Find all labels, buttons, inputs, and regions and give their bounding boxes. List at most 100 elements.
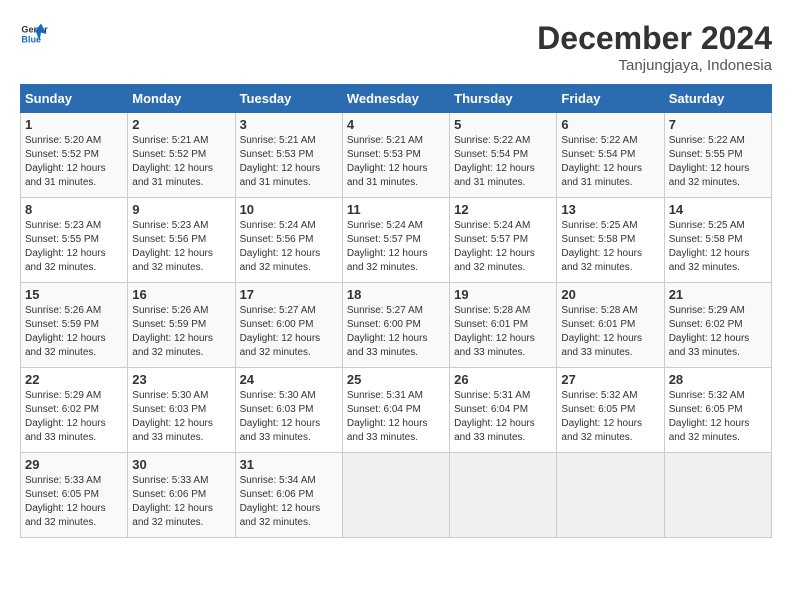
day-info: Sunrise: 5:22 AMSunset: 5:54 PMDaylight:…: [454, 134, 552, 190]
table-row: 28 Sunrise: 5:32 AMSunset: 6:05 PMDaylig…: [664, 368, 771, 453]
day-number: 11: [347, 202, 445, 217]
day-number: 26: [454, 372, 552, 387]
day-number: 4: [347, 117, 445, 132]
day-number: 1: [25, 117, 123, 132]
day-number: 28: [669, 372, 767, 387]
calendar-week-4: 22 Sunrise: 5:29 AMSunset: 6:02 PMDaylig…: [21, 368, 772, 453]
table-row: 6 Sunrise: 5:22 AMSunset: 5:54 PMDayligh…: [557, 113, 664, 198]
table-row: 11 Sunrise: 5:24 AMSunset: 5:57 PMDaylig…: [342, 198, 449, 283]
table-row: 23 Sunrise: 5:30 AMSunset: 6:03 PMDaylig…: [128, 368, 235, 453]
day-number: 15: [25, 287, 123, 302]
day-number: 23: [132, 372, 230, 387]
day-info: Sunrise: 5:32 AMSunset: 6:05 PMDaylight:…: [669, 389, 767, 445]
table-row: 5 Sunrise: 5:22 AMSunset: 5:54 PMDayligh…: [450, 113, 557, 198]
calendar-table: Sunday Monday Tuesday Wednesday Thursday…: [20, 84, 772, 538]
col-friday: Friday: [557, 85, 664, 113]
day-number: 27: [561, 372, 659, 387]
calendar-week-2: 8 Sunrise: 5:23 AMSunset: 5:55 PMDayligh…: [21, 198, 772, 283]
day-number: 16: [132, 287, 230, 302]
day-number: 14: [669, 202, 767, 217]
empty-cell: [342, 453, 449, 538]
day-number: 3: [240, 117, 338, 132]
day-info: Sunrise: 5:33 AMSunset: 6:06 PMDaylight:…: [132, 474, 230, 530]
table-row: 15 Sunrise: 5:26 AMSunset: 5:59 PMDaylig…: [21, 283, 128, 368]
day-number: 7: [669, 117, 767, 132]
table-row: 14 Sunrise: 5:25 AMSunset: 5:58 PMDaylig…: [664, 198, 771, 283]
day-number: 17: [240, 287, 338, 302]
day-number: 25: [347, 372, 445, 387]
day-number: 18: [347, 287, 445, 302]
day-info: Sunrise: 5:26 AMSunset: 5:59 PMDaylight:…: [132, 304, 230, 360]
day-info: Sunrise: 5:26 AMSunset: 5:59 PMDaylight:…: [25, 304, 123, 360]
day-number: 2: [132, 117, 230, 132]
day-info: Sunrise: 5:24 AMSunset: 5:57 PMDaylight:…: [347, 219, 445, 275]
day-info: Sunrise: 5:20 AMSunset: 5:52 PMDaylight:…: [25, 134, 123, 190]
day-number: 30: [132, 457, 230, 472]
col-thursday: Thursday: [450, 85, 557, 113]
table-row: 18 Sunrise: 5:27 AMSunset: 6:00 PMDaylig…: [342, 283, 449, 368]
table-row: 22 Sunrise: 5:29 AMSunset: 6:02 PMDaylig…: [21, 368, 128, 453]
day-info: Sunrise: 5:28 AMSunset: 6:01 PMDaylight:…: [454, 304, 552, 360]
logo: General Blue: [20, 20, 48, 48]
day-number: 12: [454, 202, 552, 217]
day-info: Sunrise: 5:24 AMSunset: 5:57 PMDaylight:…: [454, 219, 552, 275]
table-row: 8 Sunrise: 5:23 AMSunset: 5:55 PMDayligh…: [21, 198, 128, 283]
day-number: 31: [240, 457, 338, 472]
day-number: 6: [561, 117, 659, 132]
table-row: 4 Sunrise: 5:21 AMSunset: 5:53 PMDayligh…: [342, 113, 449, 198]
day-info: Sunrise: 5:27 AMSunset: 6:00 PMDaylight:…: [347, 304, 445, 360]
day-info: Sunrise: 5:21 AMSunset: 5:52 PMDaylight:…: [132, 134, 230, 190]
day-info: Sunrise: 5:30 AMSunset: 6:03 PMDaylight:…: [132, 389, 230, 445]
table-row: 9 Sunrise: 5:23 AMSunset: 5:56 PMDayligh…: [128, 198, 235, 283]
day-info: Sunrise: 5:30 AMSunset: 6:03 PMDaylight:…: [240, 389, 338, 445]
day-info: Sunrise: 5:23 AMSunset: 5:56 PMDaylight:…: [132, 219, 230, 275]
day-info: Sunrise: 5:34 AMSunset: 6:06 PMDaylight:…: [240, 474, 338, 530]
logo-icon: General Blue: [20, 20, 48, 48]
empty-cell: [664, 453, 771, 538]
empty-cell: [450, 453, 557, 538]
day-number: 10: [240, 202, 338, 217]
day-number: 20: [561, 287, 659, 302]
day-number: 8: [25, 202, 123, 217]
day-info: Sunrise: 5:28 AMSunset: 6:01 PMDaylight:…: [561, 304, 659, 360]
location: Tanjungjaya, Indonesia: [537, 57, 772, 74]
table-row: 31 Sunrise: 5:34 AMSunset: 6:06 PMDaylig…: [235, 453, 342, 538]
col-sunday: Sunday: [21, 85, 128, 113]
day-info: Sunrise: 5:32 AMSunset: 6:05 PMDaylight:…: [561, 389, 659, 445]
table-row: 26 Sunrise: 5:31 AMSunset: 6:04 PMDaylig…: [450, 368, 557, 453]
col-tuesday: Tuesday: [235, 85, 342, 113]
day-number: 24: [240, 372, 338, 387]
day-info: Sunrise: 5:22 AMSunset: 5:54 PMDaylight:…: [561, 134, 659, 190]
table-row: 25 Sunrise: 5:31 AMSunset: 6:04 PMDaylig…: [342, 368, 449, 453]
day-info: Sunrise: 5:25 AMSunset: 5:58 PMDaylight:…: [669, 219, 767, 275]
day-info: Sunrise: 5:29 AMSunset: 6:02 PMDaylight:…: [25, 389, 123, 445]
title-area: December 2024 Tanjungjaya, Indonesia: [537, 20, 772, 74]
table-row: 20 Sunrise: 5:28 AMSunset: 6:01 PMDaylig…: [557, 283, 664, 368]
col-monday: Monday: [128, 85, 235, 113]
day-info: Sunrise: 5:33 AMSunset: 6:05 PMDaylight:…: [25, 474, 123, 530]
table-row: 16 Sunrise: 5:26 AMSunset: 5:59 PMDaylig…: [128, 283, 235, 368]
day-info: Sunrise: 5:21 AMSunset: 5:53 PMDaylight:…: [347, 134, 445, 190]
table-row: 17 Sunrise: 5:27 AMSunset: 6:00 PMDaylig…: [235, 283, 342, 368]
header-row: Sunday Monday Tuesday Wednesday Thursday…: [21, 85, 772, 113]
day-info: Sunrise: 5:23 AMSunset: 5:55 PMDaylight:…: [25, 219, 123, 275]
page-header: General Blue December 2024 Tanjungjaya, …: [20, 20, 772, 74]
calendar-week-1: 1 Sunrise: 5:20 AMSunset: 5:52 PMDayligh…: [21, 113, 772, 198]
table-row: 3 Sunrise: 5:21 AMSunset: 5:53 PMDayligh…: [235, 113, 342, 198]
table-row: 27 Sunrise: 5:32 AMSunset: 6:05 PMDaylig…: [557, 368, 664, 453]
day-number: 5: [454, 117, 552, 132]
month-title: December 2024: [537, 20, 772, 57]
day-info: Sunrise: 5:25 AMSunset: 5:58 PMDaylight:…: [561, 219, 659, 275]
day-info: Sunrise: 5:29 AMSunset: 6:02 PMDaylight:…: [669, 304, 767, 360]
table-row: 12 Sunrise: 5:24 AMSunset: 5:57 PMDaylig…: [450, 198, 557, 283]
day-info: Sunrise: 5:21 AMSunset: 5:53 PMDaylight:…: [240, 134, 338, 190]
day-number: 9: [132, 202, 230, 217]
day-info: Sunrise: 5:24 AMSunset: 5:56 PMDaylight:…: [240, 219, 338, 275]
calendar-week-3: 15 Sunrise: 5:26 AMSunset: 5:59 PMDaylig…: [21, 283, 772, 368]
col-wednesday: Wednesday: [342, 85, 449, 113]
table-row: 30 Sunrise: 5:33 AMSunset: 6:06 PMDaylig…: [128, 453, 235, 538]
day-info: Sunrise: 5:31 AMSunset: 6:04 PMDaylight:…: [347, 389, 445, 445]
table-row: 21 Sunrise: 5:29 AMSunset: 6:02 PMDaylig…: [664, 283, 771, 368]
day-info: Sunrise: 5:27 AMSunset: 6:00 PMDaylight:…: [240, 304, 338, 360]
day-number: 19: [454, 287, 552, 302]
